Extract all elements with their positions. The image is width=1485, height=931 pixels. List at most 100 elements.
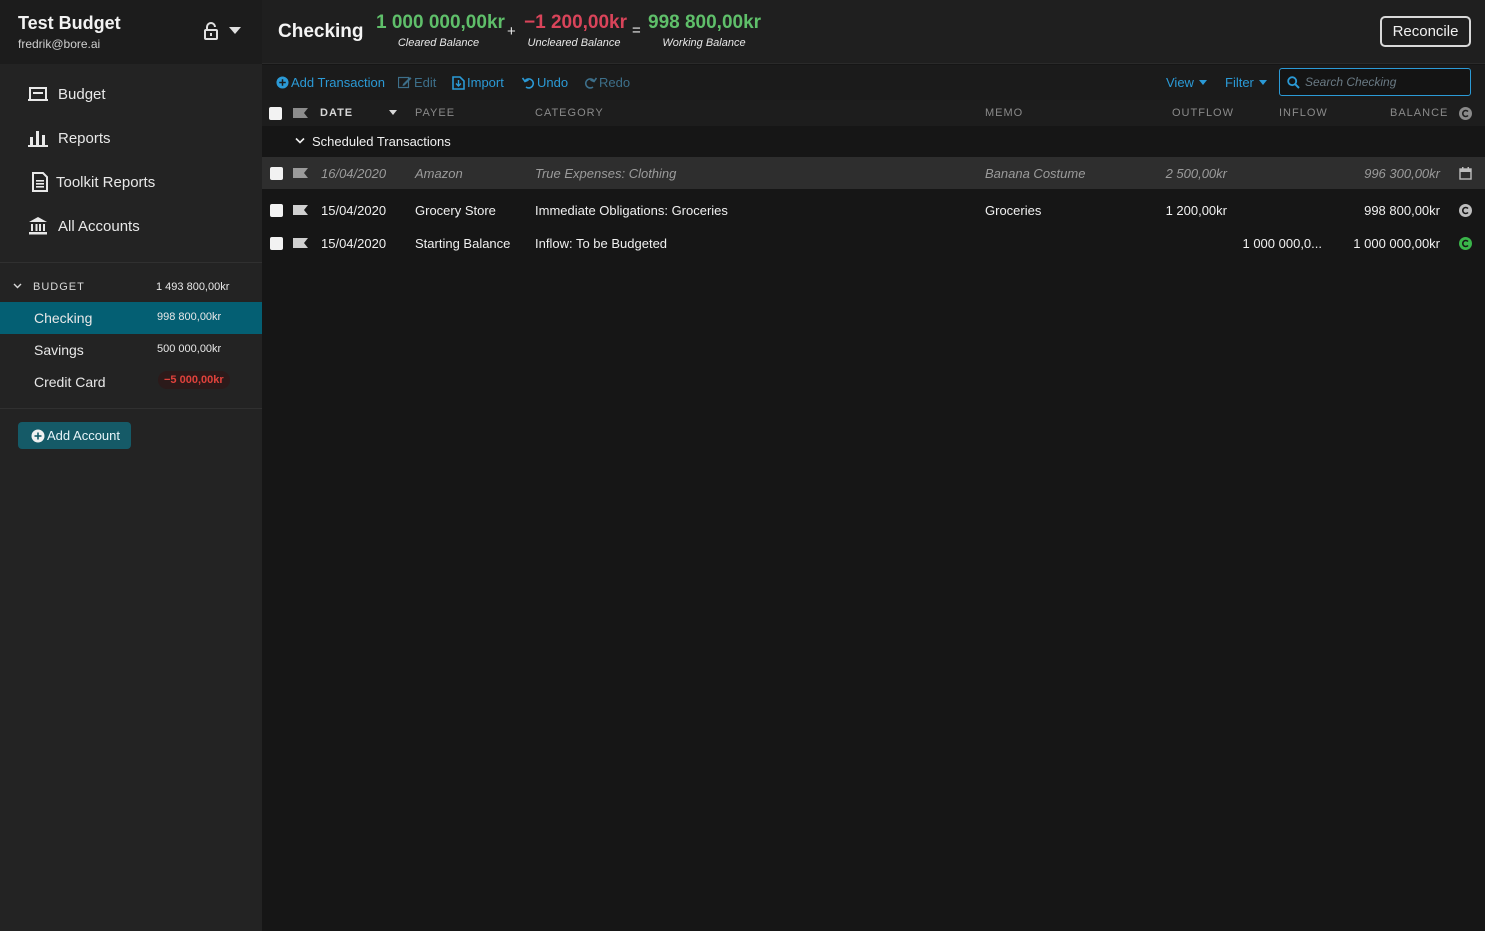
- row-date[interactable]: 15/04/2020: [321, 236, 386, 251]
- row-memo[interactable]: Groceries: [985, 203, 1041, 218]
- add-transaction-button[interactable]: Add Transaction: [276, 75, 385, 90]
- uncleared-icon[interactable]: [1459, 204, 1472, 217]
- cleared-column-icon[interactable]: [1459, 107, 1472, 120]
- select-all-checkbox[interactable]: [269, 107, 282, 120]
- flag-icon[interactable]: [293, 205, 308, 215]
- account-header: Checking 1 000 000,00kr Cleared Balance …: [262, 0, 1485, 64]
- row-checkbox[interactable]: [270, 237, 283, 250]
- reconcile-button[interactable]: Reconcile: [1380, 16, 1471, 47]
- flag-icon[interactable]: [293, 238, 308, 248]
- plus-operator: +: [507, 23, 516, 40]
- filter-dropdown[interactable]: Filter: [1225, 75, 1267, 90]
- add-account-button[interactable]: Add Account: [18, 422, 131, 449]
- uncleared-balance: −1 200,00kr Uncleared Balance: [524, 12, 628, 49]
- account-credit-card[interactable]: Credit Card −5 000,00kr: [0, 366, 262, 398]
- column-outflow[interactable]: OUTFLOW: [1172, 107, 1234, 119]
- undo-icon: [522, 77, 535, 89]
- search-icon: [1287, 76, 1300, 89]
- redo-label: Redo: [599, 75, 631, 90]
- working-balance: 998 800,00kr Working Balance: [648, 12, 761, 49]
- nav-budget-label: Budget: [58, 85, 106, 103]
- view-dropdown[interactable]: View: [1166, 75, 1207, 90]
- budget-menu-caret-icon[interactable]: [229, 27, 241, 34]
- column-date[interactable]: DATE: [320, 107, 353, 119]
- search-input[interactable]: [1305, 73, 1465, 91]
- plus-circle-icon: [276, 76, 289, 89]
- budget-header[interactable]: Test Budget fredrik@bore.ai: [0, 0, 262, 64]
- table-row[interactable]: 15/04/2020 Grocery Store Immediate Oblig…: [262, 195, 1485, 227]
- account-group-total: 1 493 800,00kr: [156, 281, 230, 293]
- row-memo[interactable]: Banana Costume: [985, 166, 1085, 181]
- calendar-icon[interactable]: [1459, 167, 1472, 180]
- edit-icon: [398, 76, 412, 89]
- row-checkbox[interactable]: [270, 204, 283, 217]
- nav-reports[interactable]: Reports: [0, 118, 262, 158]
- row-payee[interactable]: Amazon: [415, 166, 463, 181]
- bank-icon: [29, 217, 47, 235]
- row-date[interactable]: 15/04/2020: [321, 203, 386, 218]
- uncleared-balance-caption: Uncleared Balance: [527, 37, 621, 49]
- toolbar: Add Transaction Edit Import Undo Redo Vi…: [262, 65, 1485, 100]
- import-button[interactable]: Import: [452, 75, 504, 90]
- flag-icon[interactable]: [293, 168, 308, 178]
- user-email: fredrik@bore.ai: [18, 37, 101, 51]
- nav-budget[interactable]: Budget: [0, 74, 262, 114]
- sort-caret-down-icon[interactable]: [389, 110, 397, 115]
- column-memo[interactable]: MEMO: [985, 107, 1023, 119]
- account-name: Savings: [34, 342, 84, 358]
- nav-all-accounts[interactable]: All Accounts: [0, 206, 262, 246]
- sidebar-divider: [0, 408, 262, 409]
- nav-toolkit-reports[interactable]: Toolkit Reports: [0, 162, 262, 202]
- column-payee[interactable]: PAYEE: [415, 107, 455, 119]
- caret-down-icon: [1258, 80, 1267, 85]
- row-category[interactable]: True Expenses: Clothing: [535, 166, 676, 181]
- nav-toolkit-reports-label: Toolkit Reports: [56, 173, 156, 191]
- account-group-label[interactable]: BUDGET: [33, 281, 85, 293]
- document-icon: [32, 172, 48, 192]
- unlock-icon[interactable]: [203, 22, 219, 40]
- table-row[interactable]: 15/04/2020 Starting Balance Inflow: To b…: [262, 228, 1485, 260]
- nav-reports-label: Reports: [58, 129, 111, 147]
- row-payee[interactable]: Grocery Store: [415, 203, 496, 218]
- cleared-balance-caption: Cleared Balance: [397, 37, 480, 49]
- row-outflow[interactable]: 2 500,00kr: [1122, 166, 1227, 181]
- equals-operator: =: [632, 22, 641, 39]
- row-outflow[interactable]: 1 200,00kr: [1122, 203, 1227, 218]
- column-category[interactable]: CATEGORY: [535, 107, 604, 119]
- file-import-icon: [452, 75, 465, 90]
- table-row[interactable]: 16/04/2020 Amazon True Expenses: Clothin…: [262, 157, 1485, 189]
- row-inflow[interactable]: 1 000 000,0...: [1222, 236, 1322, 251]
- row-category[interactable]: Immediate Obligations: Groceries: [535, 203, 728, 218]
- add-account-label: Add Account: [47, 428, 120, 443]
- row-checkbox[interactable]: [270, 167, 283, 180]
- row-balance: 996 300,00kr: [1364, 166, 1440, 181]
- account-balance: 998 800,00kr: [157, 311, 222, 323]
- account-savings[interactable]: Savings 500 000,00kr: [0, 334, 262, 366]
- uncleared-balance-amount: −1 200,00kr: [524, 12, 628, 33]
- row-date[interactable]: 16/04/2020: [321, 166, 386, 181]
- account-checking[interactable]: Checking 998 800,00kr: [0, 302, 262, 334]
- undo-button[interactable]: Undo: [522, 75, 568, 90]
- undo-label: Undo: [537, 75, 569, 90]
- row-payee[interactable]: Starting Balance: [415, 236, 510, 251]
- plus-circle-icon: [31, 429, 45, 442]
- add-transaction-label: Add Transaction: [291, 75, 385, 90]
- caret-down-icon: [1198, 80, 1207, 85]
- page-title: Checking: [278, 21, 364, 42]
- row-category[interactable]: Inflow: To be Budgeted: [535, 236, 667, 251]
- column-balance[interactable]: BALANCE: [1390, 107, 1448, 119]
- scheduled-transactions-toggle[interactable]: Scheduled Transactions: [262, 126, 1485, 157]
- redo-button[interactable]: Redo: [584, 75, 630, 90]
- redo-icon: [584, 77, 597, 89]
- view-label: View: [1166, 75, 1194, 90]
- flag-icon[interactable]: [293, 108, 308, 118]
- account-name: Credit Card: [34, 374, 106, 390]
- cleared-balance-amount: 1 000 000,00kr: [376, 12, 505, 33]
- cleared-icon[interactable]: [1459, 237, 1472, 250]
- scheduled-transactions-label: Scheduled Transactions: [312, 134, 451, 149]
- edit-button[interactable]: Edit: [398, 75, 436, 90]
- chevron-down-icon[interactable]: [13, 281, 22, 290]
- search-box[interactable]: [1279, 68, 1471, 96]
- budget-name: Test Budget: [18, 13, 121, 33]
- column-inflow[interactable]: INFLOW: [1279, 107, 1328, 119]
